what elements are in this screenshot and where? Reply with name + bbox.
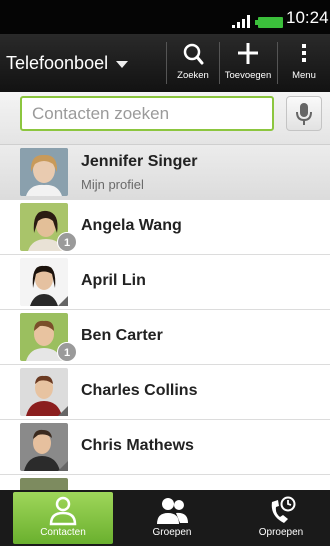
group-icon	[122, 494, 222, 527]
tab-label: Contacten	[40, 527, 86, 538]
menu-dots-icon	[278, 40, 330, 70]
contact-row[interactable]: April Lin	[0, 255, 330, 310]
contact-name: Chris Mathews	[81, 437, 194, 454]
phonebook-dropdown[interactable]: Telefoonboel	[6, 34, 164, 92]
contact-name: April Lin	[81, 272, 146, 289]
contact-row[interactable]: 1 Angela Wang	[0, 200, 330, 255]
contact-row[interactable]: 1 Ben Carter	[0, 310, 330, 365]
search-button-label: Zoeken	[177, 70, 209, 81]
corner-marker-icon	[58, 461, 68, 471]
search-bar	[0, 92, 330, 145]
tab-calls[interactable]: Oproepen	[232, 492, 330, 544]
contact-name: Jennifer Singer	[81, 153, 198, 170]
add-button-label: Toevoegen	[224, 70, 272, 81]
status-time: 10:24	[286, 8, 329, 27]
contact-subtitle: Mijn profiel	[81, 177, 144, 192]
status-bar: 10:24	[0, 0, 330, 34]
signal-icon	[232, 13, 254, 28]
app-title: Telefoonboel	[6, 52, 109, 73]
battery-icon	[255, 17, 283, 28]
tab-label: Oproepen	[258, 527, 304, 538]
tab-groups[interactable]: Groepen	[122, 492, 222, 544]
count-badge: 1	[57, 342, 77, 362]
tab-label: Groepen	[152, 527, 192, 538]
count-badge: 1	[57, 232, 77, 252]
search-input[interactable]	[20, 96, 274, 131]
contact-name: Angela Wang	[81, 217, 182, 234]
dropdown-caret-icon	[116, 60, 129, 68]
bottom-tab-bar: Contacten Groepen Oproepen	[0, 490, 330, 546]
mic-icon	[296, 103, 312, 125]
voice-search-button[interactable]	[286, 96, 322, 131]
corner-marker-icon	[58, 406, 68, 416]
person-icon	[13, 494, 113, 527]
contact-name: Ben Carter	[81, 327, 163, 344]
corner-marker-icon	[58, 296, 68, 306]
add-contact-button[interactable]: Toevoegen	[220, 34, 276, 92]
avatar	[20, 148, 68, 196]
phone-clock-icon	[232, 494, 330, 527]
search-icon	[167, 40, 219, 70]
my-profile-row[interactable]: Jennifer Singer Mijn profiel	[0, 145, 330, 200]
action-bar: Telefoonboel Zoeken Toevoegen Menu	[0, 34, 330, 93]
contact-row[interactable]: Chris Mathews	[0, 420, 330, 475]
tab-contacts[interactable]: Contacten	[13, 492, 113, 544]
plus-icon	[220, 40, 276, 70]
search-button[interactable]: Zoeken	[167, 34, 219, 92]
menu-button[interactable]: Menu	[278, 34, 330, 92]
menu-button-label: Menu	[292, 70, 316, 81]
contact-row[interactable]: Charles Collins	[0, 365, 330, 420]
contact-name: Charles Collins	[81, 382, 198, 399]
